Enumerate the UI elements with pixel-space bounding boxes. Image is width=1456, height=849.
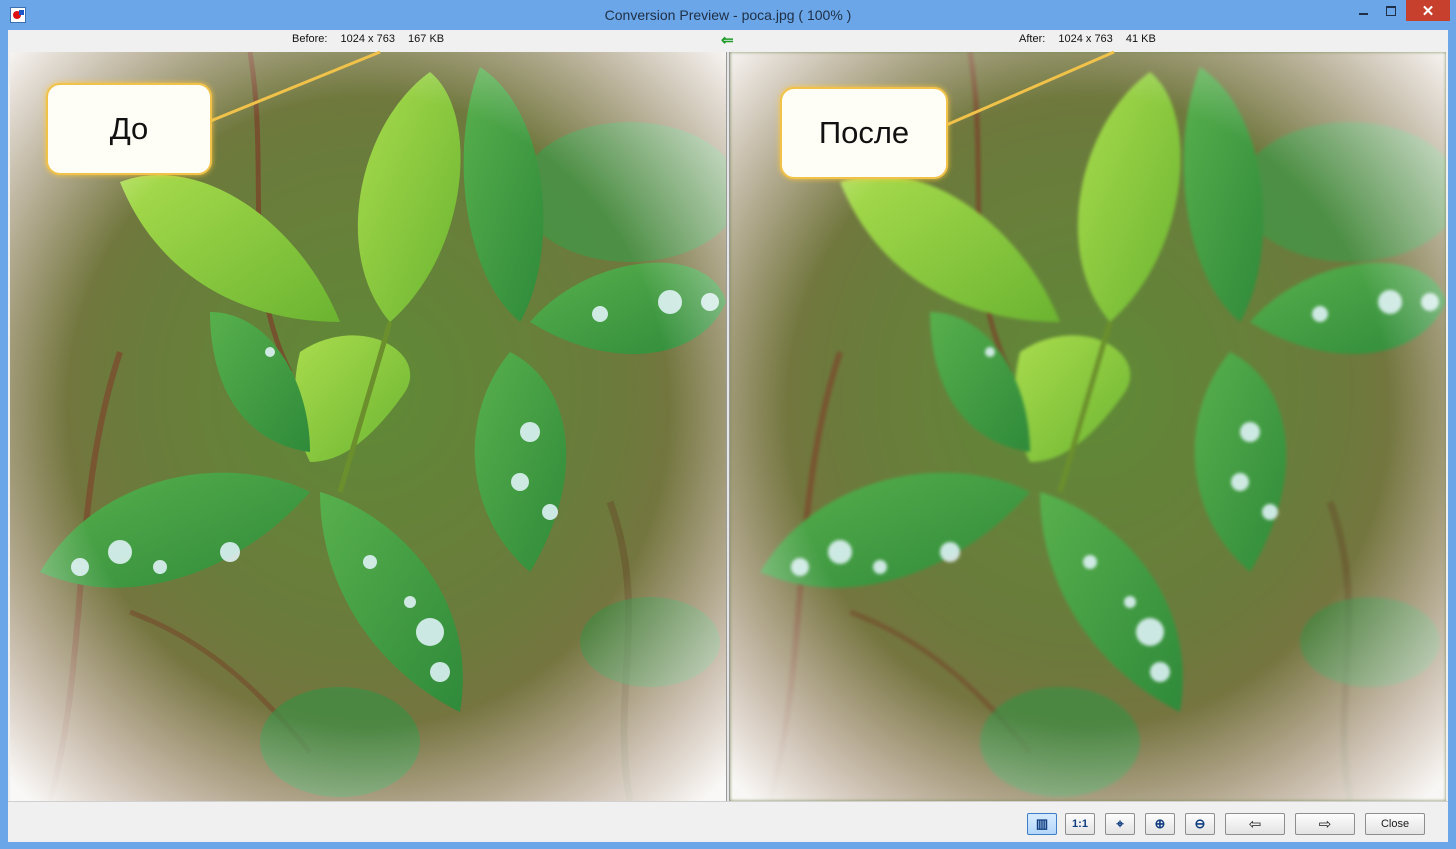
close-button-label: Close: [1380, 818, 1410, 830]
maximize-icon: [1386, 5, 1396, 16]
maximize-button[interactable]: [1378, 0, 1404, 21]
actual-size-label: 1:1: [1072, 818, 1088, 830]
before-file-size: 167 KB: [408, 33, 445, 45]
after-file-size: 41 KB: [1125, 33, 1156, 45]
actual-size-button[interactable]: 1:1: [1065, 813, 1095, 835]
next-image-button[interactable]: ⇨: [1295, 813, 1355, 835]
before-dimensions: 1024 x 763: [340, 33, 395, 45]
split-view-icon: ▥: [1035, 816, 1049, 831]
close-button[interactable]: Close: [1365, 813, 1425, 835]
after-info-bar: After: 1024 x 763 41 KB: [1019, 33, 1166, 49]
preview-client-area: Before: 1024 x 763 167 KB ⇐ After: 1024 …: [8, 30, 1448, 842]
fit-to-window-button[interactable]: ⌖: [1105, 813, 1135, 835]
arrow-left-icon: ⇦: [1248, 816, 1262, 833]
arrow-right-icon: ⇨: [1318, 816, 1332, 833]
zoom-out-button[interactable]: ⊖: [1185, 813, 1215, 835]
minimize-icon: [1358, 12, 1368, 15]
fit-icon: ⌖: [1116, 816, 1124, 831]
after-label: After:: [1019, 33, 1046, 45]
minimize-button[interactable]: [1350, 0, 1376, 21]
before-label: Before:: [292, 33, 328, 45]
sync-arrow-icon[interactable]: ⇐: [721, 31, 734, 49]
after-dimensions: 1024 x 763: [1058, 33, 1113, 45]
zoom-in-icon: ⊕: [1154, 816, 1166, 831]
zoom-in-button[interactable]: ⊕: [1145, 813, 1175, 835]
before-info-bar: Before: 1024 x 763 167 KB: [292, 33, 454, 49]
split-view-button[interactable]: ▥: [1027, 813, 1057, 835]
previous-image-button[interactable]: ⇦: [1225, 813, 1285, 835]
window-close-button[interactable]: ✕: [1406, 0, 1450, 21]
title-bar: Conversion Preview - poca.jpg ( 100% ) ✕: [0, 0, 1456, 30]
before-callout: До: [46, 83, 212, 175]
zoom-out-icon: ⊖: [1194, 816, 1206, 831]
close-icon: ✕: [1421, 2, 1435, 20]
window-title: Conversion Preview - poca.jpg ( 100% ): [604, 7, 852, 23]
after-callout: После: [780, 87, 948, 179]
bottom-toolbar: ▥ 1:1 ⌖ ⊕ ⊖ ⇦ ⇨ Close: [8, 801, 1448, 842]
